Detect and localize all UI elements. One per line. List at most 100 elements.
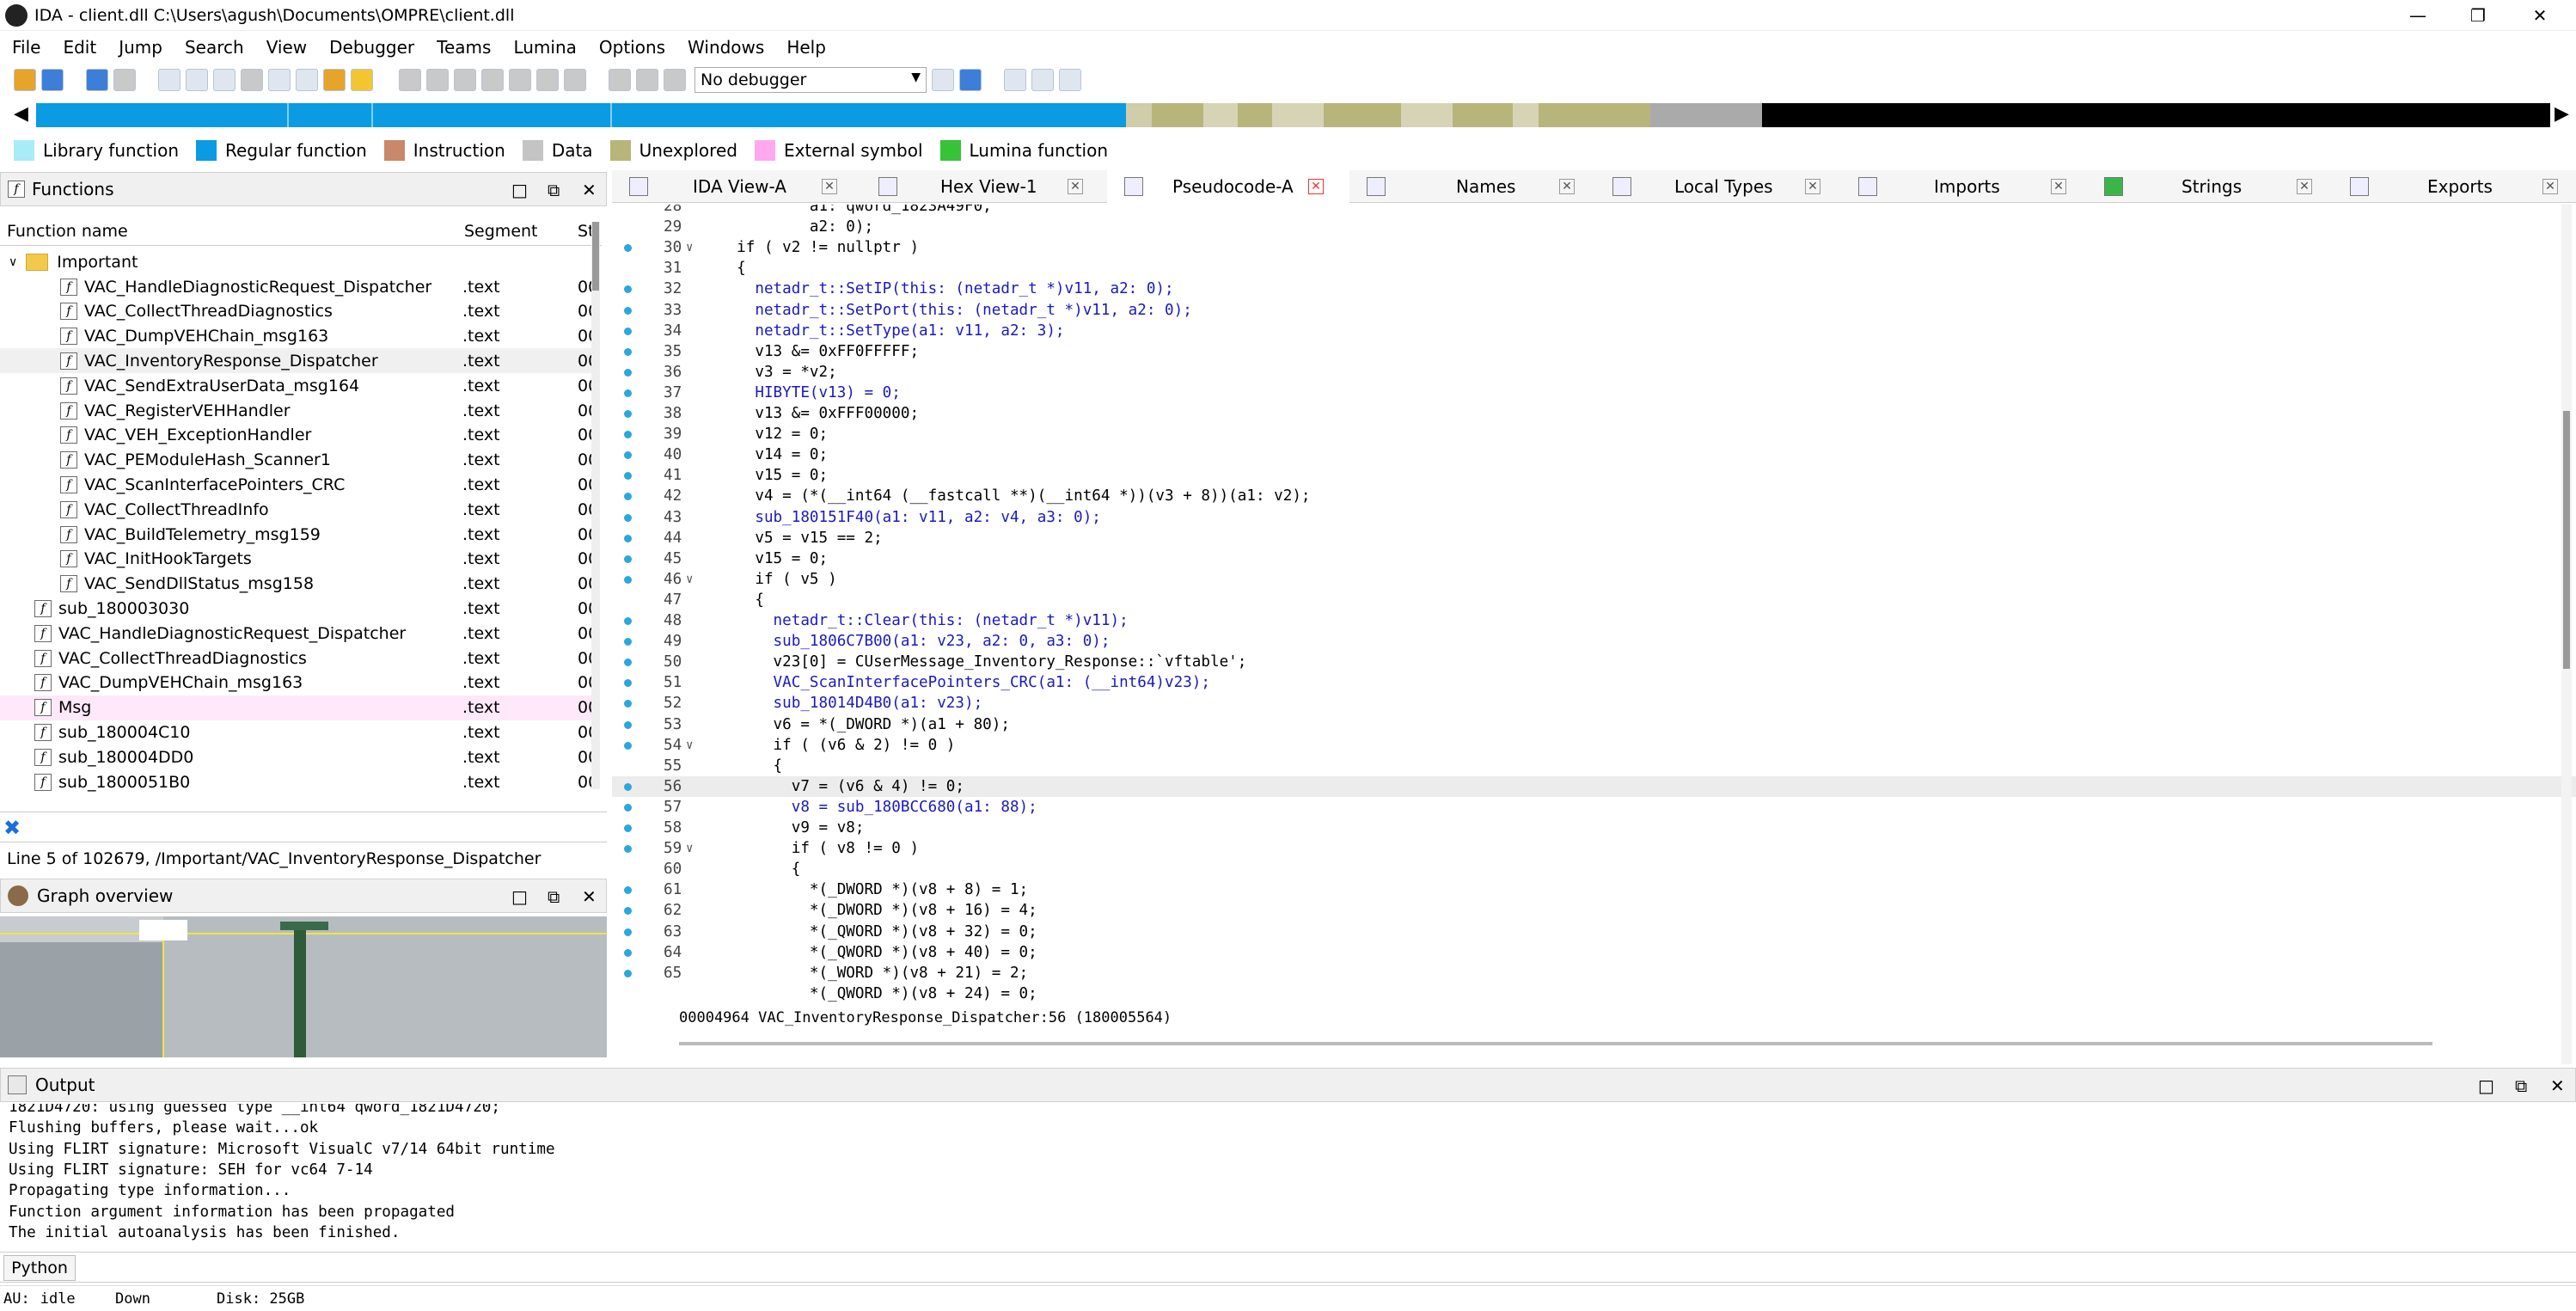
- nav-left-arrow-icon[interactable]: ◀: [14, 103, 28, 125]
- code-line[interactable]: 39 v12 = 0;: [612, 424, 2576, 444]
- close-window-button[interactable]: ✕: [2510, 0, 2570, 31]
- segment5-icon[interactable]: [509, 69, 531, 91]
- breakpoint-dot-icon[interactable]: [624, 389, 632, 397]
- pseudocode-view[interactable]: 28 a1: qword_1823A49F0, 29 a2: 0); 30 ∨ if …: [0, 205, 2576, 1006]
- breakpoint-dot-icon[interactable]: [624, 347, 632, 356]
- tab-local-types[interactable]: Local Types ✕: [1595, 170, 1841, 203]
- menu-search[interactable]: Search: [185, 37, 244, 58]
- code-line[interactable]: 58 v9 = v8;: [612, 818, 2576, 838]
- breakpoint-dot-icon[interactable]: [624, 410, 632, 418]
- code-line[interactable]: 54 ∨ if ( (v6 & 2) != 0 ): [612, 735, 2576, 756]
- breakpoint-dot-icon[interactable]: [624, 928, 632, 936]
- breakpoint-del-icon[interactable]: [1059, 69, 1081, 91]
- code-line[interactable]: 33 netadr_t::SetPort(this: (netadr_t *)v…: [612, 300, 2576, 321]
- breakpoint-dot-icon[interactable]: [624, 948, 632, 957]
- tab-close-icon[interactable]: ✕: [1068, 179, 1083, 194]
- breakpoint-dot-icon[interactable]: [624, 907, 632, 916]
- code-line[interactable]: 46 ∨ if ( v5 ): [612, 569, 2576, 590]
- tab-exports[interactable]: Exports ✕: [2333, 170, 2576, 203]
- breakpoint-dot-icon[interactable]: [624, 575, 632, 584]
- code-line[interactable]: 48 netadr_t::Clear(this: (netadr_t *)v11…: [612, 610, 2576, 631]
- breakpoint-dot-icon[interactable]: [624, 493, 632, 501]
- tab-close-icon[interactable]: ✕: [1308, 179, 1324, 194]
- code-line[interactable]: 35 v13 &= 0xFF0FFFFF;: [612, 341, 2576, 362]
- code-line[interactable]: 28 a1: qword_1823A49F0,: [612, 205, 2576, 217]
- jump-icon[interactable]: [268, 69, 291, 91]
- tab-pseudocode-a[interactable]: Pseudocode-A ✕: [1107, 170, 1349, 203]
- panel-maximize-icon[interactable]: □: [511, 180, 528, 200]
- menu-view[interactable]: View: [266, 37, 307, 58]
- debugger-select[interactable]: No debugger ▼: [694, 67, 927, 93]
- tab-imports[interactable]: Imports ✕: [1841, 170, 2087, 203]
- code-line[interactable]: 47 {: [612, 590, 2576, 610]
- code-line[interactable]: 53 v6 = *(_DWORD *)(a1 + 80);: [612, 714, 2576, 735]
- breakpoint-dot-icon[interactable]: [624, 534, 632, 542]
- menu-teams[interactable]: Teams: [437, 37, 491, 58]
- back-arrow-icon[interactable]: [86, 69, 108, 91]
- tab-names[interactable]: Names ✕: [1349, 170, 1595, 203]
- menu-help[interactable]: Help: [786, 37, 826, 58]
- breakpoint-dot-icon[interactable]: [624, 720, 632, 729]
- menu-options[interactable]: Options: [599, 37, 665, 58]
- code-line[interactable]: 41 v15 = 0;: [612, 465, 2576, 486]
- menu-lumina[interactable]: Lumina: [513, 37, 576, 58]
- code-line[interactable]: 63 *(_QWORD *)(v8 + 32) = 0;: [612, 922, 2576, 942]
- forward-arrow-icon[interactable]: [113, 69, 136, 91]
- breakpoint-dot-icon[interactable]: [624, 327, 632, 335]
- code-line[interactable]: 50 v23[0] = CUserMessage_Inventory_Respo…: [612, 652, 2576, 672]
- fold-chevron-icon[interactable]: ∨: [686, 735, 693, 756]
- breakpoint-dot-icon[interactable]: [624, 451, 632, 460]
- debug-attach-icon[interactable]: [959, 69, 982, 91]
- breakpoint-dot-icon[interactable]: [624, 306, 632, 315]
- pause-icon[interactable]: [636, 69, 658, 91]
- menu-jump[interactable]: Jump: [119, 37, 162, 58]
- tab-ida-view-a[interactable]: IDA View-A ✕: [612, 170, 861, 203]
- breakpoint-dot-icon[interactable]: [624, 886, 632, 895]
- maximize-button[interactable]: ❐: [2448, 0, 2508, 31]
- fold-chevron-icon[interactable]: ∨: [686, 569, 693, 590]
- code-line[interactable]: 65 *(_WORD *)(v8 + 21) = 2;: [612, 963, 2576, 983]
- code-line[interactable]: 57 v8 = sub_180BCC680(a1: 88);: [612, 797, 2576, 818]
- tab-hex-view-1[interactable]: Hex View-1 ✕: [861, 170, 1105, 203]
- panel-close-icon[interactable]: ✕: [582, 180, 597, 200]
- panel-float-icon[interactable]: ⧉: [548, 180, 560, 200]
- code-line[interactable]: 64 *(_QWORD *)(v8 + 40) = 0;: [612, 942, 2576, 963]
- code-line[interactable]: *(_QWORD *)(v8 + 24) = 0;: [612, 983, 2576, 1004]
- minimize-button[interactable]: —: [2388, 0, 2448, 31]
- tab-close-icon[interactable]: ✕: [1559, 179, 1575, 194]
- tab-close-icon[interactable]: ✕: [822, 179, 837, 194]
- function-icon[interactable]: [186, 69, 208, 91]
- tab-close-icon[interactable]: ✕: [2297, 179, 2312, 194]
- menu-file[interactable]: File: [12, 37, 40, 58]
- breakpoint-dot-icon[interactable]: [624, 513, 632, 522]
- tab-close-icon[interactable]: ✕: [2051, 179, 2066, 194]
- fold-chevron-icon[interactable]: ∨: [686, 838, 693, 859]
- nav-right-arrow-icon[interactable]: ▶: [2555, 103, 2569, 125]
- menu-windows[interactable]: Windows: [688, 37, 764, 58]
- code-line[interactable]: 61 *(_DWORD *)(v8 + 8) = 1;: [612, 879, 2576, 900]
- code-line[interactable]: 51 VAC_ScanInterfacePointers_CRC(a1: (__…: [612, 672, 2576, 693]
- code-line[interactable]: 36 v3 = *v2;: [612, 362, 2576, 383]
- code-hscrollbar[interactable]: [679, 1042, 2432, 1045]
- code-line[interactable]: 62 *(_DWORD *)(v8 + 16) = 4;: [612, 900, 2576, 921]
- breakpoint-dot-icon[interactable]: [624, 741, 632, 750]
- breakpoint-dot-icon[interactable]: [624, 472, 632, 481]
- save-icon[interactable]: [41, 69, 64, 91]
- panel-float-icon[interactable]: ⧉: [2515, 1075, 2527, 1096]
- code-line[interactable]: 42 v4 = (*(__int64 (__fastcall **)(__int…: [612, 486, 2576, 506]
- menu-edit[interactable]: Edit: [63, 37, 96, 58]
- output-log[interactable]: 1821D4720: using guessed type __int64 qw…: [0, 1104, 2553, 1250]
- code-line[interactable]: 45 v15 = 0;: [612, 548, 2576, 569]
- code-line[interactable]: 49 sub_1806C7B00(a1: v23, a2: 0, a3: 0);: [612, 631, 2576, 652]
- tab-strings[interactable]: Strings ✕: [2087, 170, 2333, 203]
- breakpoint-dot-icon[interactable]: [624, 824, 632, 832]
- breakpoint-dot-icon[interactable]: [624, 679, 632, 688]
- code-line[interactable]: 43 sub_180151F40(a1: v11, a2: v4, a3: 0)…: [612, 507, 2576, 528]
- tab-close-icon[interactable]: ✕: [2542, 179, 2558, 194]
- breakpoint-dot-icon[interactable]: [624, 659, 632, 667]
- circle-icon[interactable]: [351, 69, 373, 91]
- breakpoint-dot-icon[interactable]: [624, 617, 632, 625]
- play-icon[interactable]: [609, 69, 631, 91]
- tab-close-icon[interactable]: ✕: [1805, 179, 1820, 194]
- breakpoint-dot-icon[interactable]: [624, 285, 632, 294]
